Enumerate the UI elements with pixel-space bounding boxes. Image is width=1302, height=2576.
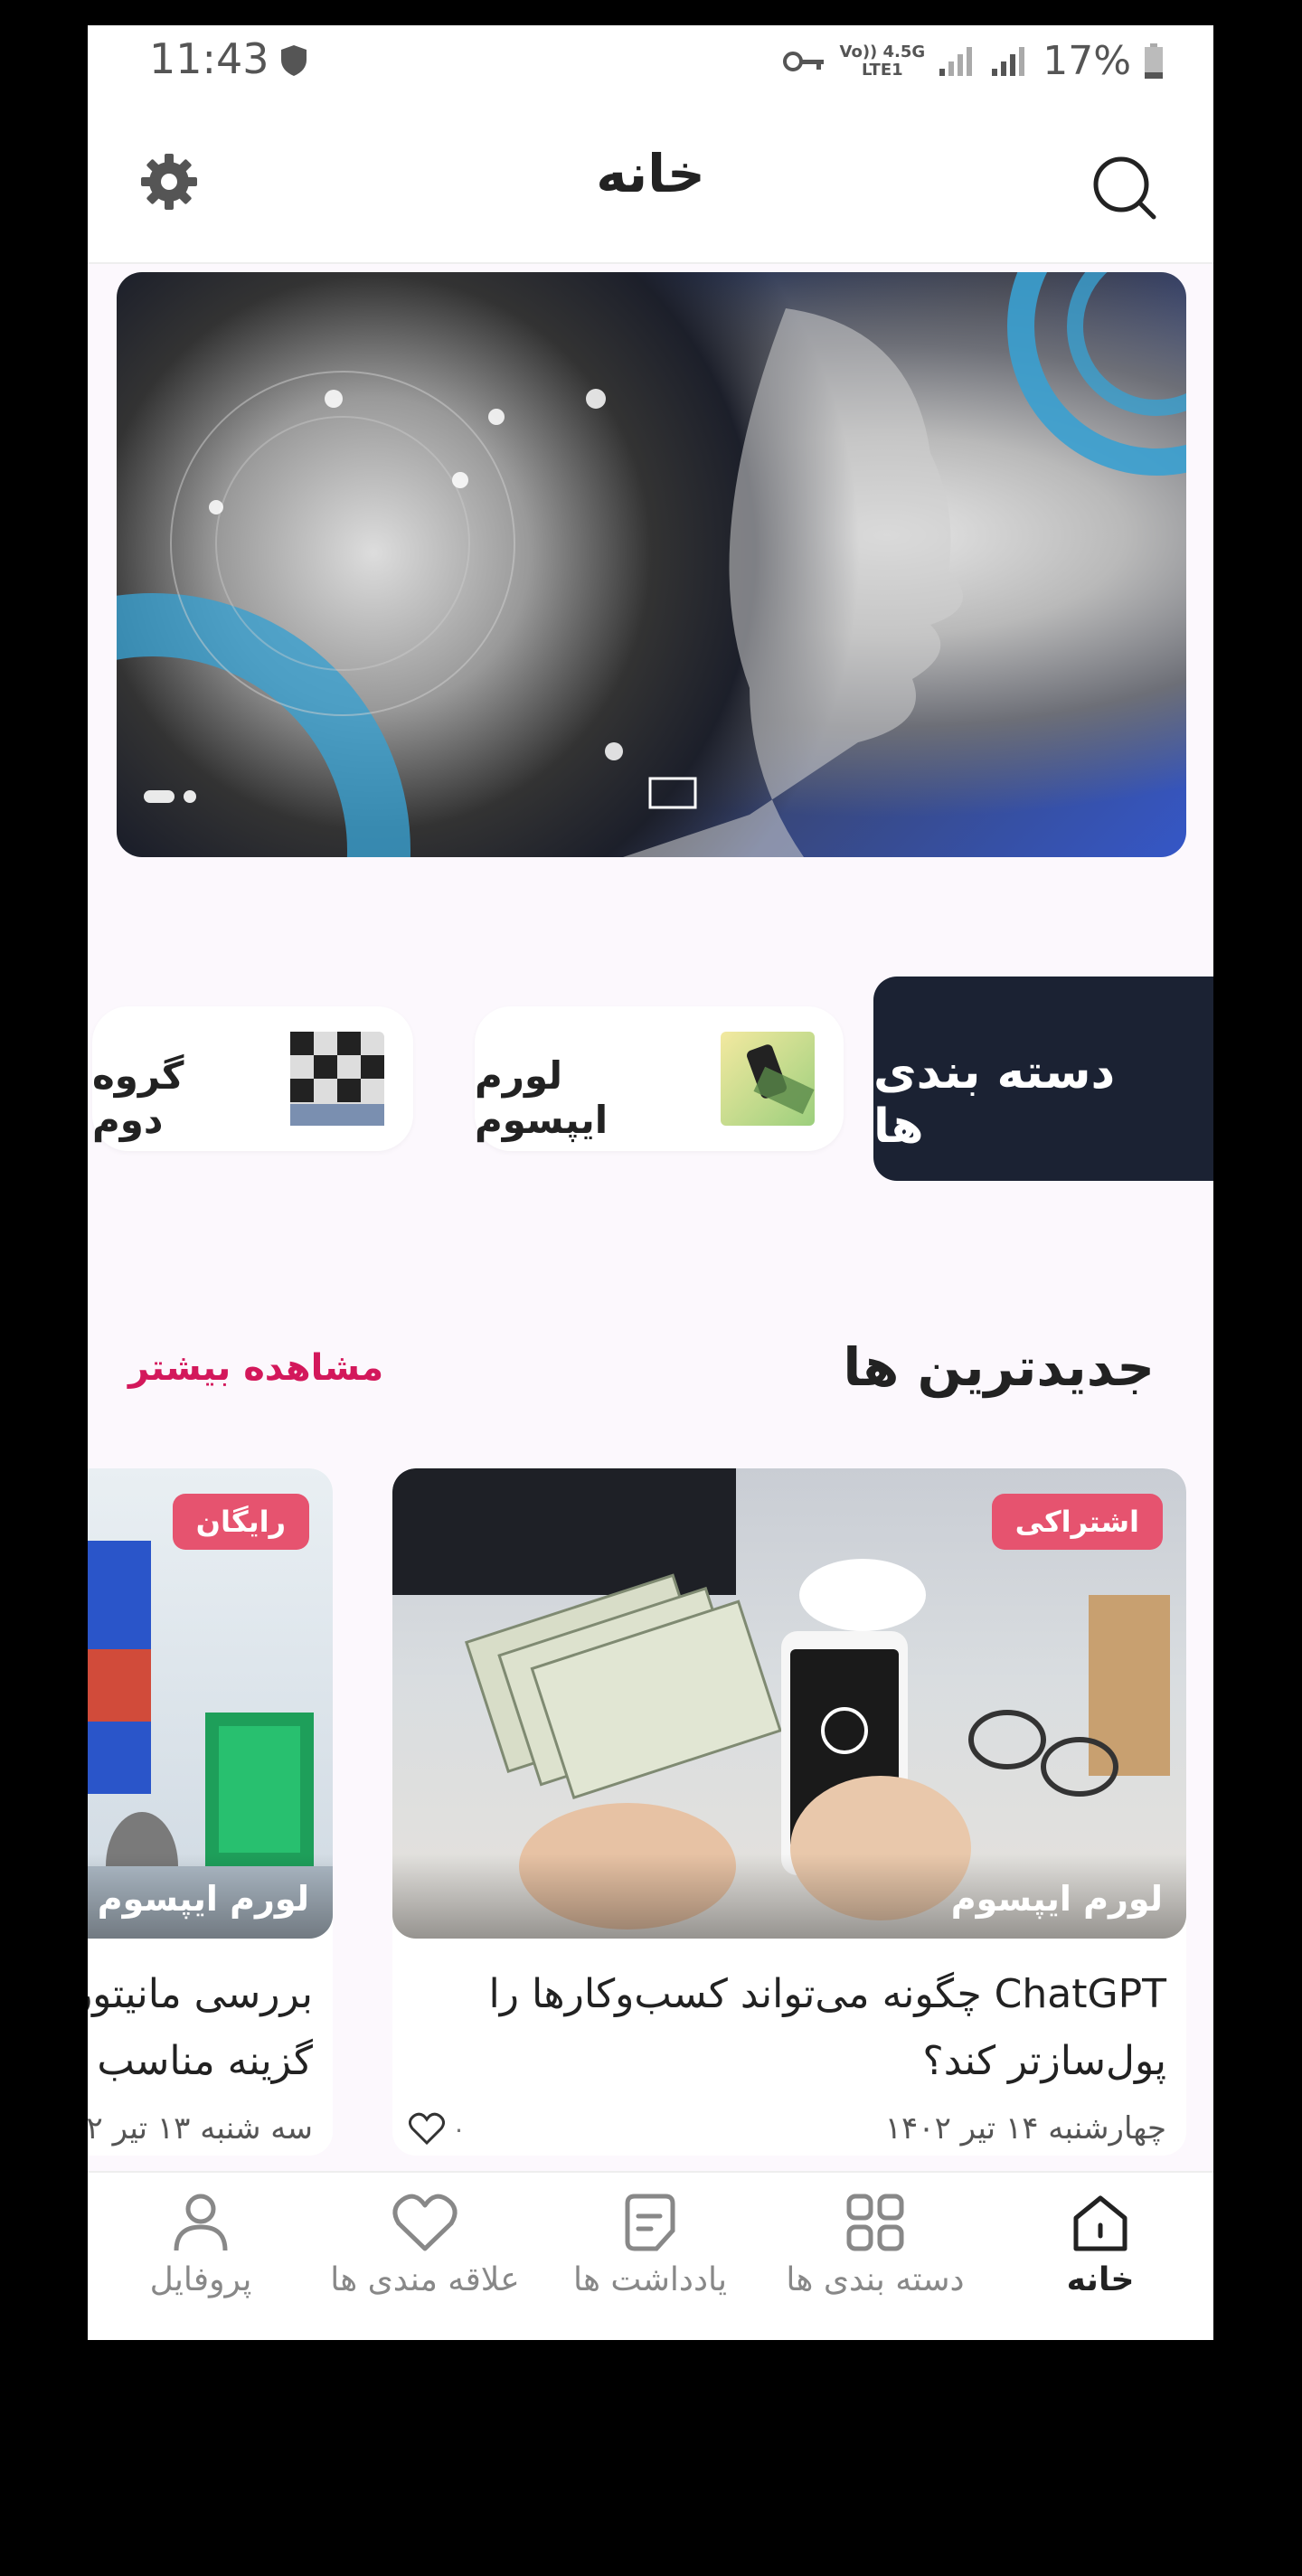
card-badge-2: رایگان: [172, 1494, 309, 1550]
phone-money-thumbnail: [721, 1032, 815, 1126]
page-title: خانه: [596, 143, 705, 204]
card-badge: اشتراکی: [991, 1494, 1163, 1550]
nav-home[interactable]: خانه: [987, 2191, 1213, 2335]
banner-illustration: [117, 272, 1186, 857]
signal-icon-2: [992, 46, 1025, 76]
article-date-2: سه شنبه ۱۳ تیر ۱۴۰۲: [88, 2110, 313, 2147]
nav-favorites[interactable]: علاقه مندی ها: [312, 2191, 538, 2335]
app-bar: خانه: [88, 98, 1213, 264]
like-count: ۰: [452, 2113, 467, 2144]
categories-row: دسته بندی ها لورم ایپسوم گروه دوم: [88, 977, 1213, 1184]
phone-screen: 11:43 Vo)) 4.5G LTE1 17% خانه دسته بندی …: [88, 25, 1213, 2340]
home-icon: [1073, 2195, 1127, 2251]
vpn-key-icon: [782, 51, 824, 71]
battery-percent: 17%: [1043, 38, 1131, 84]
article-card-2[interactable]: رایگان لورم ایپسوم بررسی مانیتور گزینه م…: [88, 1468, 333, 2156]
category-chip-lorem[interactable]: لورم ایپسوم: [475, 1006, 844, 1151]
signal-icon: [939, 46, 973, 76]
carousel-dot[interactable]: [184, 790, 196, 803]
article-image: اشتراکی لورم ایپسوم: [392, 1468, 1186, 1939]
like-button[interactable]: ۰: [409, 2112, 466, 2145]
carousel-dot-active[interactable]: [144, 790, 175, 803]
user-icon: [174, 2194, 228, 2251]
see-more-link[interactable]: مشاهده بیشتر: [128, 1347, 383, 1389]
article-card[interactable]: اشتراکی لورم ایپسوم ChatGPT چگونه می‌توا…: [392, 1468, 1186, 2156]
categories-header[interactable]: دسته بندی ها: [873, 977, 1213, 1181]
nav-notes[interactable]: یادداشت ها: [537, 2191, 763, 2335]
heart-icon: [392, 2194, 458, 2251]
heart-icon: [409, 2112, 445, 2145]
note-icon: [625, 2194, 675, 2251]
status-icons: Vo)) 4.5G LTE1 17%: [782, 38, 1165, 84]
article-image-2: رایگان لورم ایپسوم: [88, 1468, 333, 1939]
card-category-overlay-2: لورم ایپسوم: [88, 1854, 333, 1939]
article-title-2: بررسی مانیتور گزینه مناسب: [88, 1971, 313, 2084]
status-bar: 11:43 Vo)) 4.5G LTE1 17%: [88, 25, 1213, 98]
status-time: 11:43: [149, 34, 269, 83]
nav-categories[interactable]: دسته بندی ها: [762, 2191, 988, 2335]
nav-profile[interactable]: پروفایل: [88, 2191, 314, 2335]
card-category-overlay: لورم ایپسوم: [392, 1854, 1186, 1939]
grid-icon: [846, 2194, 904, 2251]
network-type: Vo)) 4.5G LTE1: [839, 42, 926, 80]
article-date: چهارشنبه ۱۴ تیر ۱۴۰۲: [884, 2110, 1166, 2147]
article-title: ChatGPT چگونه می‌تواند کسب‌وکارها را پول…: [488, 1971, 1166, 2084]
category-chip-group2[interactable]: گروه دوم: [92, 1006, 413, 1151]
search-icon[interactable]: [1090, 154, 1157, 221]
banner-carousel[interactable]: [117, 272, 1186, 857]
carousel-indicator: [144, 790, 196, 803]
battery-icon: [1145, 42, 1163, 79]
pattern-thumbnail: [290, 1032, 384, 1126]
latest-section-title: جدیدترین ها: [843, 1336, 1155, 1398]
shield-icon: [281, 45, 307, 76]
bottom-navigation: خانه دسته بندی ها یادداشت ها علاقه مندی …: [88, 2171, 1213, 2340]
